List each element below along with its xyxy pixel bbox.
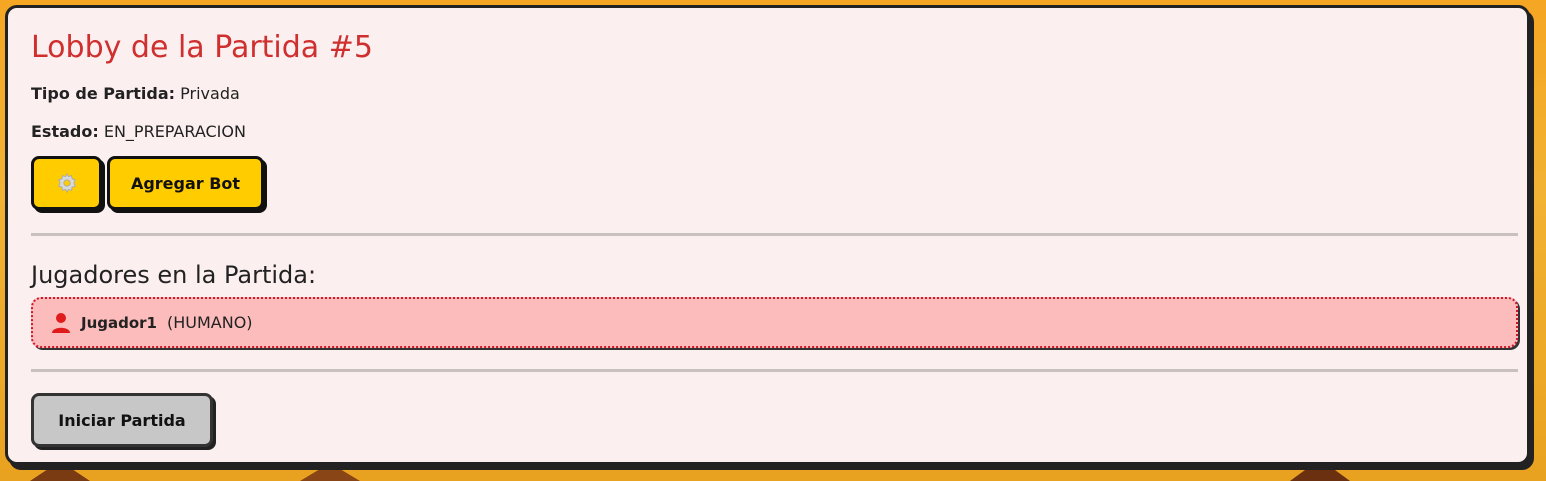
players-list: Jugador1 (HUMANO) — [31, 297, 1518, 348]
game-type-value: Privada — [180, 84, 240, 103]
list-item: Jugador1 (HUMANO) — [31, 297, 1518, 348]
start-game-button[interactable]: Iniciar Partida — [31, 393, 213, 447]
gear-icon — [57, 172, 76, 194]
game-type-row: Tipo de Partida: Privada — [31, 84, 240, 103]
add-bot-button[interactable]: Agregar Bot — [107, 156, 264, 210]
player-type: (HUMANO) — [167, 313, 253, 332]
players-title: Jugadores en la Partida: — [31, 261, 317, 289]
player-name: Jugador1 — [81, 313, 157, 332]
status-value: EN_PREPARACION — [103, 122, 246, 141]
page-title: Lobby de la Partida #5 — [31, 30, 373, 65]
divider — [31, 233, 1518, 236]
user-icon — [52, 312, 70, 333]
divider — [31, 369, 1518, 372]
lobby-panel: Lobby de la Partida #5 Tipo de Partida: … — [5, 5, 1530, 465]
status-row: Estado: EN_PREPARACION — [31, 122, 246, 141]
settings-button[interactable] — [31, 156, 102, 210]
game-type-label: Tipo de Partida: — [31, 84, 176, 103]
status-label: Estado: — [31, 122, 99, 141]
